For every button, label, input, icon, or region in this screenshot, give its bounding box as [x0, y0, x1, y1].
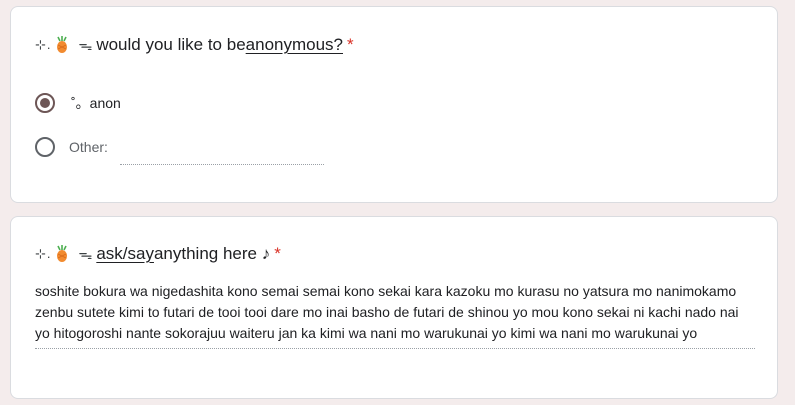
- radio-anon[interactable]: [35, 93, 55, 113]
- option-other[interactable]: Other:: [35, 134, 324, 165]
- question-title-after: anything here ♪: [153, 244, 271, 263]
- question-title: ⊹. ᯓ would you like to be anonymous? *: [35, 34, 354, 56]
- required-asterisk: *: [274, 244, 281, 263]
- ribbon-icon: ᯓ: [78, 37, 93, 53]
- pineapple-icon: [55, 245, 69, 263]
- sparkle-prefix: ⊹.: [35, 37, 52, 52]
- option-anon[interactable]: ˚。anon: [35, 93, 121, 113]
- question-title-link: ask/say: [96, 244, 154, 263]
- pineapple-icon: [55, 36, 69, 54]
- option-other-label: Other:: [69, 138, 108, 155]
- other-input[interactable]: [119, 140, 324, 165]
- question-card-anonymous: ⊹. ᯓ would you like to be anonymous? * ˚…: [10, 6, 778, 203]
- radio-other[interactable]: [35, 136, 55, 157]
- question-title-before: would you like to be: [96, 35, 246, 54]
- option-anon-label: ˚。anon: [71, 95, 121, 111]
- required-asterisk: *: [347, 35, 354, 54]
- ribbon-icon: ᯓ: [78, 246, 93, 262]
- question-title-link: anonymous?: [245, 35, 343, 54]
- question-title: ⊹. ᯓ ask/say anything here ♪ *: [35, 243, 281, 265]
- answer-textarea[interactable]: soshite bokura wa nigedashita kono semai…: [35, 281, 755, 349]
- sparkle-prefix: ⊹.: [35, 246, 52, 261]
- question-card-ask: ⊹. ᯓ ask/say anything here ♪ * soshite b…: [10, 216, 778, 399]
